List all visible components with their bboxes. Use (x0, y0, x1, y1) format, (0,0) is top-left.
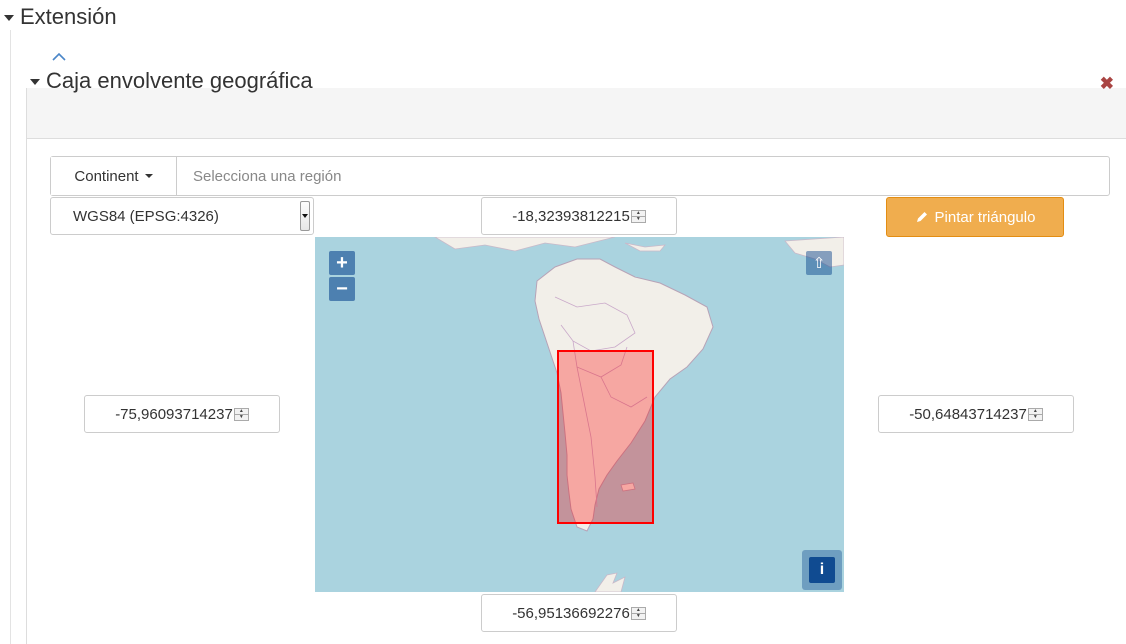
east-coordinate-input[interactable]: -50,64843714237 ▲ ▼ (878, 395, 1074, 433)
number-spinner[interactable]: ▲ ▼ (630, 209, 646, 223)
continent-label: Continent (74, 167, 139, 185)
north-coordinate-input[interactable]: -18,32393812215 ▲ ▼ (481, 197, 677, 235)
bbox-panel-toggle[interactable]: Caja envolvente geográfica (30, 68, 313, 94)
fieldset-left-border (10, 30, 11, 644)
bbox-panel-title: Caja envolvente geográfica (46, 68, 313, 93)
region-input-group: Continent (50, 156, 1110, 196)
number-spinner[interactable]: ▲ ▼ (630, 606, 646, 620)
map-basemap (434, 237, 844, 592)
panel-left-border (26, 88, 27, 644)
region-search-input[interactable] (177, 157, 1109, 195)
zoom-control: + − (329, 251, 355, 301)
number-spinner[interactable]: ▲ ▼ (233, 407, 249, 421)
map-view[interactable]: + − ⇧ i (315, 237, 844, 592)
draw-triangle-label: Pintar triángulo (934, 208, 1036, 226)
caret-down-icon (144, 174, 153, 178)
page: Extensión Caja envolvente geográfica ✖ C… (0, 0, 1126, 644)
crs-selected-value: WGS84 (EPSG:4326) (73, 207, 219, 225)
north-coordinate-value: -18,32393812215 (512, 207, 630, 225)
south-coordinate-input[interactable]: -56,95136692276 ▲ ▼ (481, 594, 677, 632)
west-coordinate-input[interactable]: -75,96093714237 ▲ ▼ (84, 395, 280, 433)
west-coordinate-value: -75,96093714237 (115, 405, 233, 423)
info-icon[interactable]: i (809, 557, 835, 583)
east-coordinate-value: -50,64843714237 (909, 405, 1027, 423)
caret-down-icon (30, 79, 40, 85)
reset-rotation-button[interactable]: ⇧ (806, 251, 832, 275)
extension-section-title: Extensión (20, 4, 117, 29)
panel-heading (26, 88, 1126, 139)
zoom-out-button[interactable]: − (329, 277, 355, 301)
bounding-box-selection[interactable] (557, 350, 654, 524)
draw-triangle-button[interactable]: Pintar triángulo (886, 197, 1064, 237)
number-spinner[interactable]: ▲ ▼ (1027, 407, 1043, 421)
continent-dropdown-button[interactable]: Continent (51, 157, 177, 195)
pencil-icon (916, 212, 927, 222)
crs-select[interactable]: WGS84 (EPSG:4326) (50, 197, 314, 235)
zoom-in-button[interactable]: + (329, 251, 355, 275)
select-arrow-icon[interactable] (300, 201, 310, 231)
chevron-up-icon[interactable] (52, 52, 66, 62)
close-icon[interactable]: ✖ (1100, 74, 1114, 94)
caret-down-icon (4, 15, 14, 21)
extension-section-toggle[interactable]: Extensión (4, 4, 117, 30)
attribution-control: i (802, 550, 842, 590)
south-coordinate-value: -56,95136692276 (512, 604, 630, 622)
